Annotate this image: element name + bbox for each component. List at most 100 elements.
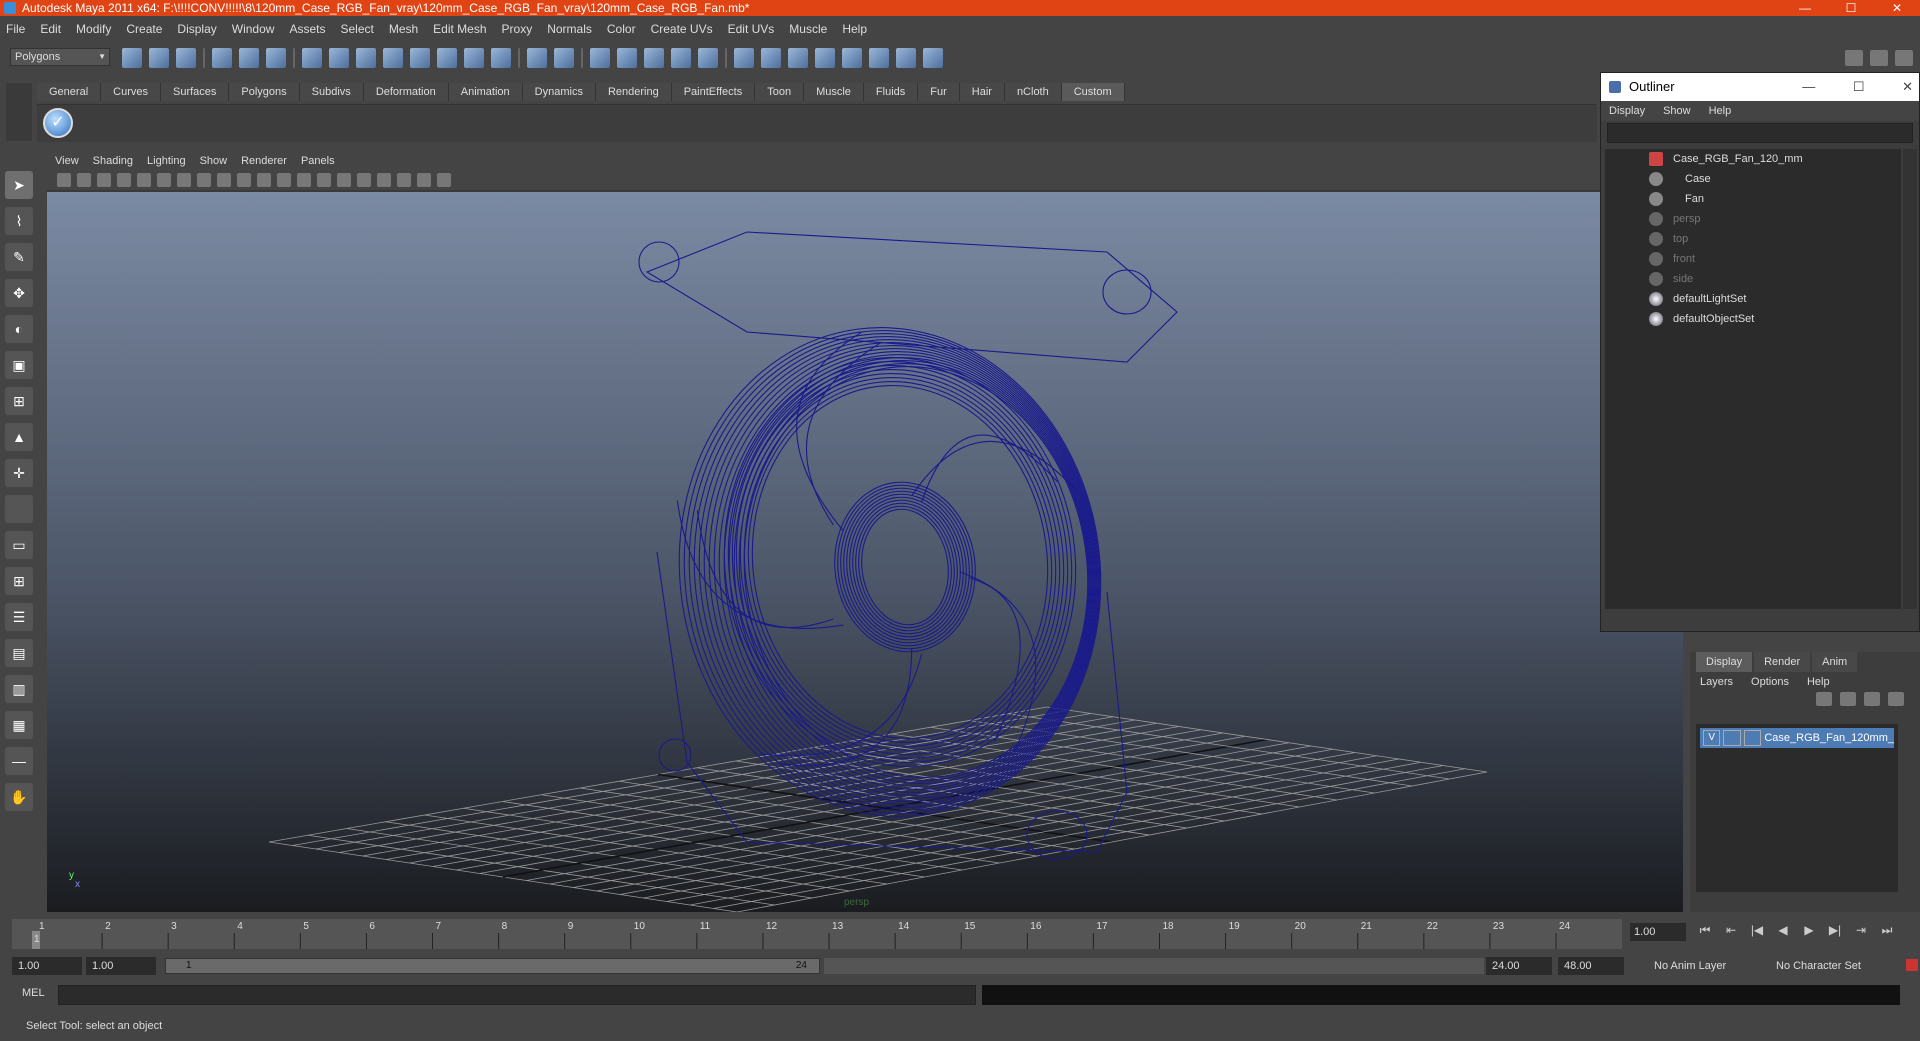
four-pane-layout-icon[interactable]: ⊞: [5, 567, 33, 595]
menu-color[interactable]: Color: [607, 22, 636, 36]
hud-icon[interactable]: [437, 173, 451, 187]
shelf-tab-painteffects[interactable]: PaintEffects: [671, 83, 756, 101]
move-tool-icon[interactable]: ✥: [5, 279, 33, 307]
outliner-item[interactable]: Case_RGB_Fan_120_mm: [1605, 149, 1901, 169]
open-scene-icon[interactable]: [149, 48, 169, 68]
shelf-tab-general[interactable]: General: [37, 83, 102, 101]
render-settings-icon[interactable]: [644, 48, 664, 68]
vp-menu-renderer[interactable]: Renderer: [241, 155, 287, 167]
menu-display[interactable]: Display: [177, 22, 216, 36]
live-surface-icon[interactable]: [410, 48, 430, 68]
layer-tab-anim[interactable]: Anim: [1812, 652, 1858, 672]
single-pane-layout-icon[interactable]: ▭: [5, 531, 33, 559]
select-icon[interactable]: [554, 48, 574, 68]
shelf-tab-ncloth[interactable]: nCloth: [1004, 83, 1062, 101]
outliner-layout-icon[interactable]: ☰: [5, 603, 33, 631]
ipr-render-icon[interactable]: [617, 48, 637, 68]
move-layer-up-icon[interactable]: [1864, 692, 1880, 706]
menu-create[interactable]: Create: [126, 22, 162, 36]
menu-edit-mesh[interactable]: Edit Mesh: [433, 22, 486, 36]
soft-mod-tool-icon[interactable]: ▲: [5, 423, 33, 451]
layer-color-swatch[interactable]: [1743, 730, 1762, 746]
outliner-item[interactable]: front: [1605, 249, 1901, 269]
lights-icon[interactable]: [357, 173, 371, 187]
persp-graph-layout-icon[interactable]: ▤: [5, 639, 33, 667]
show-manipulator-icon[interactable]: ✛: [5, 459, 33, 487]
shelf-tab-dynamics[interactable]: Dynamics: [522, 83, 596, 101]
character-set-dropdown[interactable]: No Character Set: [1770, 957, 1880, 975]
shelf-tab-toon[interactable]: Toon: [755, 83, 805, 101]
textured-icon[interactable]: [337, 173, 351, 187]
camera-attributes-icon[interactable]: [77, 173, 91, 187]
playback-start-field[interactable]: 1.00: [86, 957, 156, 975]
menu-assets[interactable]: Assets: [289, 22, 325, 36]
layer-row[interactable]: V Case_RGB_Fan_120mm_: [1700, 728, 1894, 748]
menu-edit-uvs[interactable]: Edit UVs: [728, 22, 775, 36]
outliner-scrollbar[interactable]: [1903, 149, 1917, 609]
go-to-end-icon[interactable]: ⏭: [1874, 923, 1900, 938]
vp-menu-view[interactable]: View: [55, 155, 79, 167]
channel-box-toggle-icon[interactable]: [1870, 50, 1888, 66]
render-layout-icon[interactable]: ▦: [5, 711, 33, 739]
layout-icon[interactable]: [869, 48, 889, 68]
render-frame-icon[interactable]: [590, 48, 610, 68]
scale-tool-icon[interactable]: ▣: [5, 351, 33, 379]
outliner-item[interactable]: defaultObjectSet: [1605, 309, 1901, 329]
tool-settings-icon[interactable]: [842, 48, 862, 68]
select-tool-icon[interactable]: ➤: [5, 171, 33, 199]
new-layer-icon[interactable]: [1816, 692, 1832, 706]
camera-select-icon[interactable]: [57, 173, 71, 187]
shelf-tab-subdivs[interactable]: Subdivs: [299, 83, 364, 101]
layer-menu-help[interactable]: Help: [1807, 676, 1830, 688]
script-layout-icon[interactable]: —: [5, 747, 33, 775]
shelf-tab-rendering[interactable]: Rendering: [595, 83, 672, 101]
shelf-tab-fluids[interactable]: Fluids: [863, 83, 919, 101]
hypershade-layout-icon[interactable]: ▥: [5, 675, 33, 703]
toggle-panel-icon[interactable]: [761, 48, 781, 68]
shelf-tab-polygons[interactable]: Polygons: [229, 83, 300, 101]
resolution-gate-icon[interactable]: [177, 173, 191, 187]
xray-icon[interactable]: [397, 173, 411, 187]
gate-mask-icon[interactable]: [197, 173, 211, 187]
end-time-field[interactable]: 48.00: [1558, 957, 1624, 975]
select-by-hierarchy-icon[interactable]: [212, 48, 232, 68]
menu-proxy[interactable]: Proxy: [502, 22, 533, 36]
isolate-select-icon[interactable]: [417, 173, 431, 187]
outliner-menu-help[interactable]: Help: [1709, 105, 1732, 117]
step-forward-frame-icon[interactable]: ▶|: [1822, 923, 1848, 938]
layer-tab-render[interactable]: Render: [1754, 652, 1811, 672]
construction-icon[interactable]: [464, 48, 484, 68]
shelf-tab-deformation[interactable]: Deformation: [363, 83, 449, 101]
outliner-close-button[interactable]: ✕: [1902, 79, 1913, 94]
render-view-icon[interactable]: [698, 48, 718, 68]
layer-menu-layers[interactable]: Layers: [1700, 676, 1733, 688]
shelf-tab-custom[interactable]: Custom: [1061, 83, 1125, 101]
channel-box-icon[interactable]: [788, 48, 808, 68]
paint-select-tool-icon[interactable]: ✎: [5, 243, 33, 271]
menu-file[interactable]: File: [6, 22, 25, 36]
viewport-canvas[interactable]: y x persp: [47, 192, 1683, 912]
layer-type-toggle[interactable]: [1723, 730, 1741, 746]
shelf-tab-curves[interactable]: Curves: [101, 83, 161, 101]
start-time-field[interactable]: 1.00: [12, 957, 82, 975]
outliner-item[interactable]: Case: [1605, 169, 1901, 189]
checkmark-icon[interactable]: ✓: [43, 108, 73, 138]
film-gate-icon[interactable]: [157, 173, 171, 187]
vp-menu-shading[interactable]: Shading: [93, 155, 133, 167]
lasso-tool-icon[interactable]: ⌇: [5, 207, 33, 235]
shelf-tab-surfaces[interactable]: Surfaces: [160, 83, 230, 101]
hand-icon[interactable]: ✋: [5, 783, 33, 811]
layer-menu-options[interactable]: Options: [1751, 676, 1789, 688]
current-frame-field[interactable]: 1.00: [1630, 923, 1686, 941]
snap-point-icon[interactable]: [356, 48, 376, 68]
shelf-tab-fur[interactable]: Fur: [918, 83, 960, 101]
universal-manipulator-icon[interactable]: ⊞: [5, 387, 33, 415]
outliner-menu-show[interactable]: Show: [1663, 105, 1691, 117]
menu-create-uvs[interactable]: Create UVs: [651, 22, 713, 36]
shadows-icon[interactable]: [377, 173, 391, 187]
select-by-object-icon[interactable]: [239, 48, 259, 68]
settings-gear-icon[interactable]: [923, 48, 943, 68]
last-tool-icon[interactable]: [5, 495, 33, 523]
safe-title-icon[interactable]: [257, 173, 271, 187]
outliner-filter-input[interactable]: [1607, 123, 1913, 143]
